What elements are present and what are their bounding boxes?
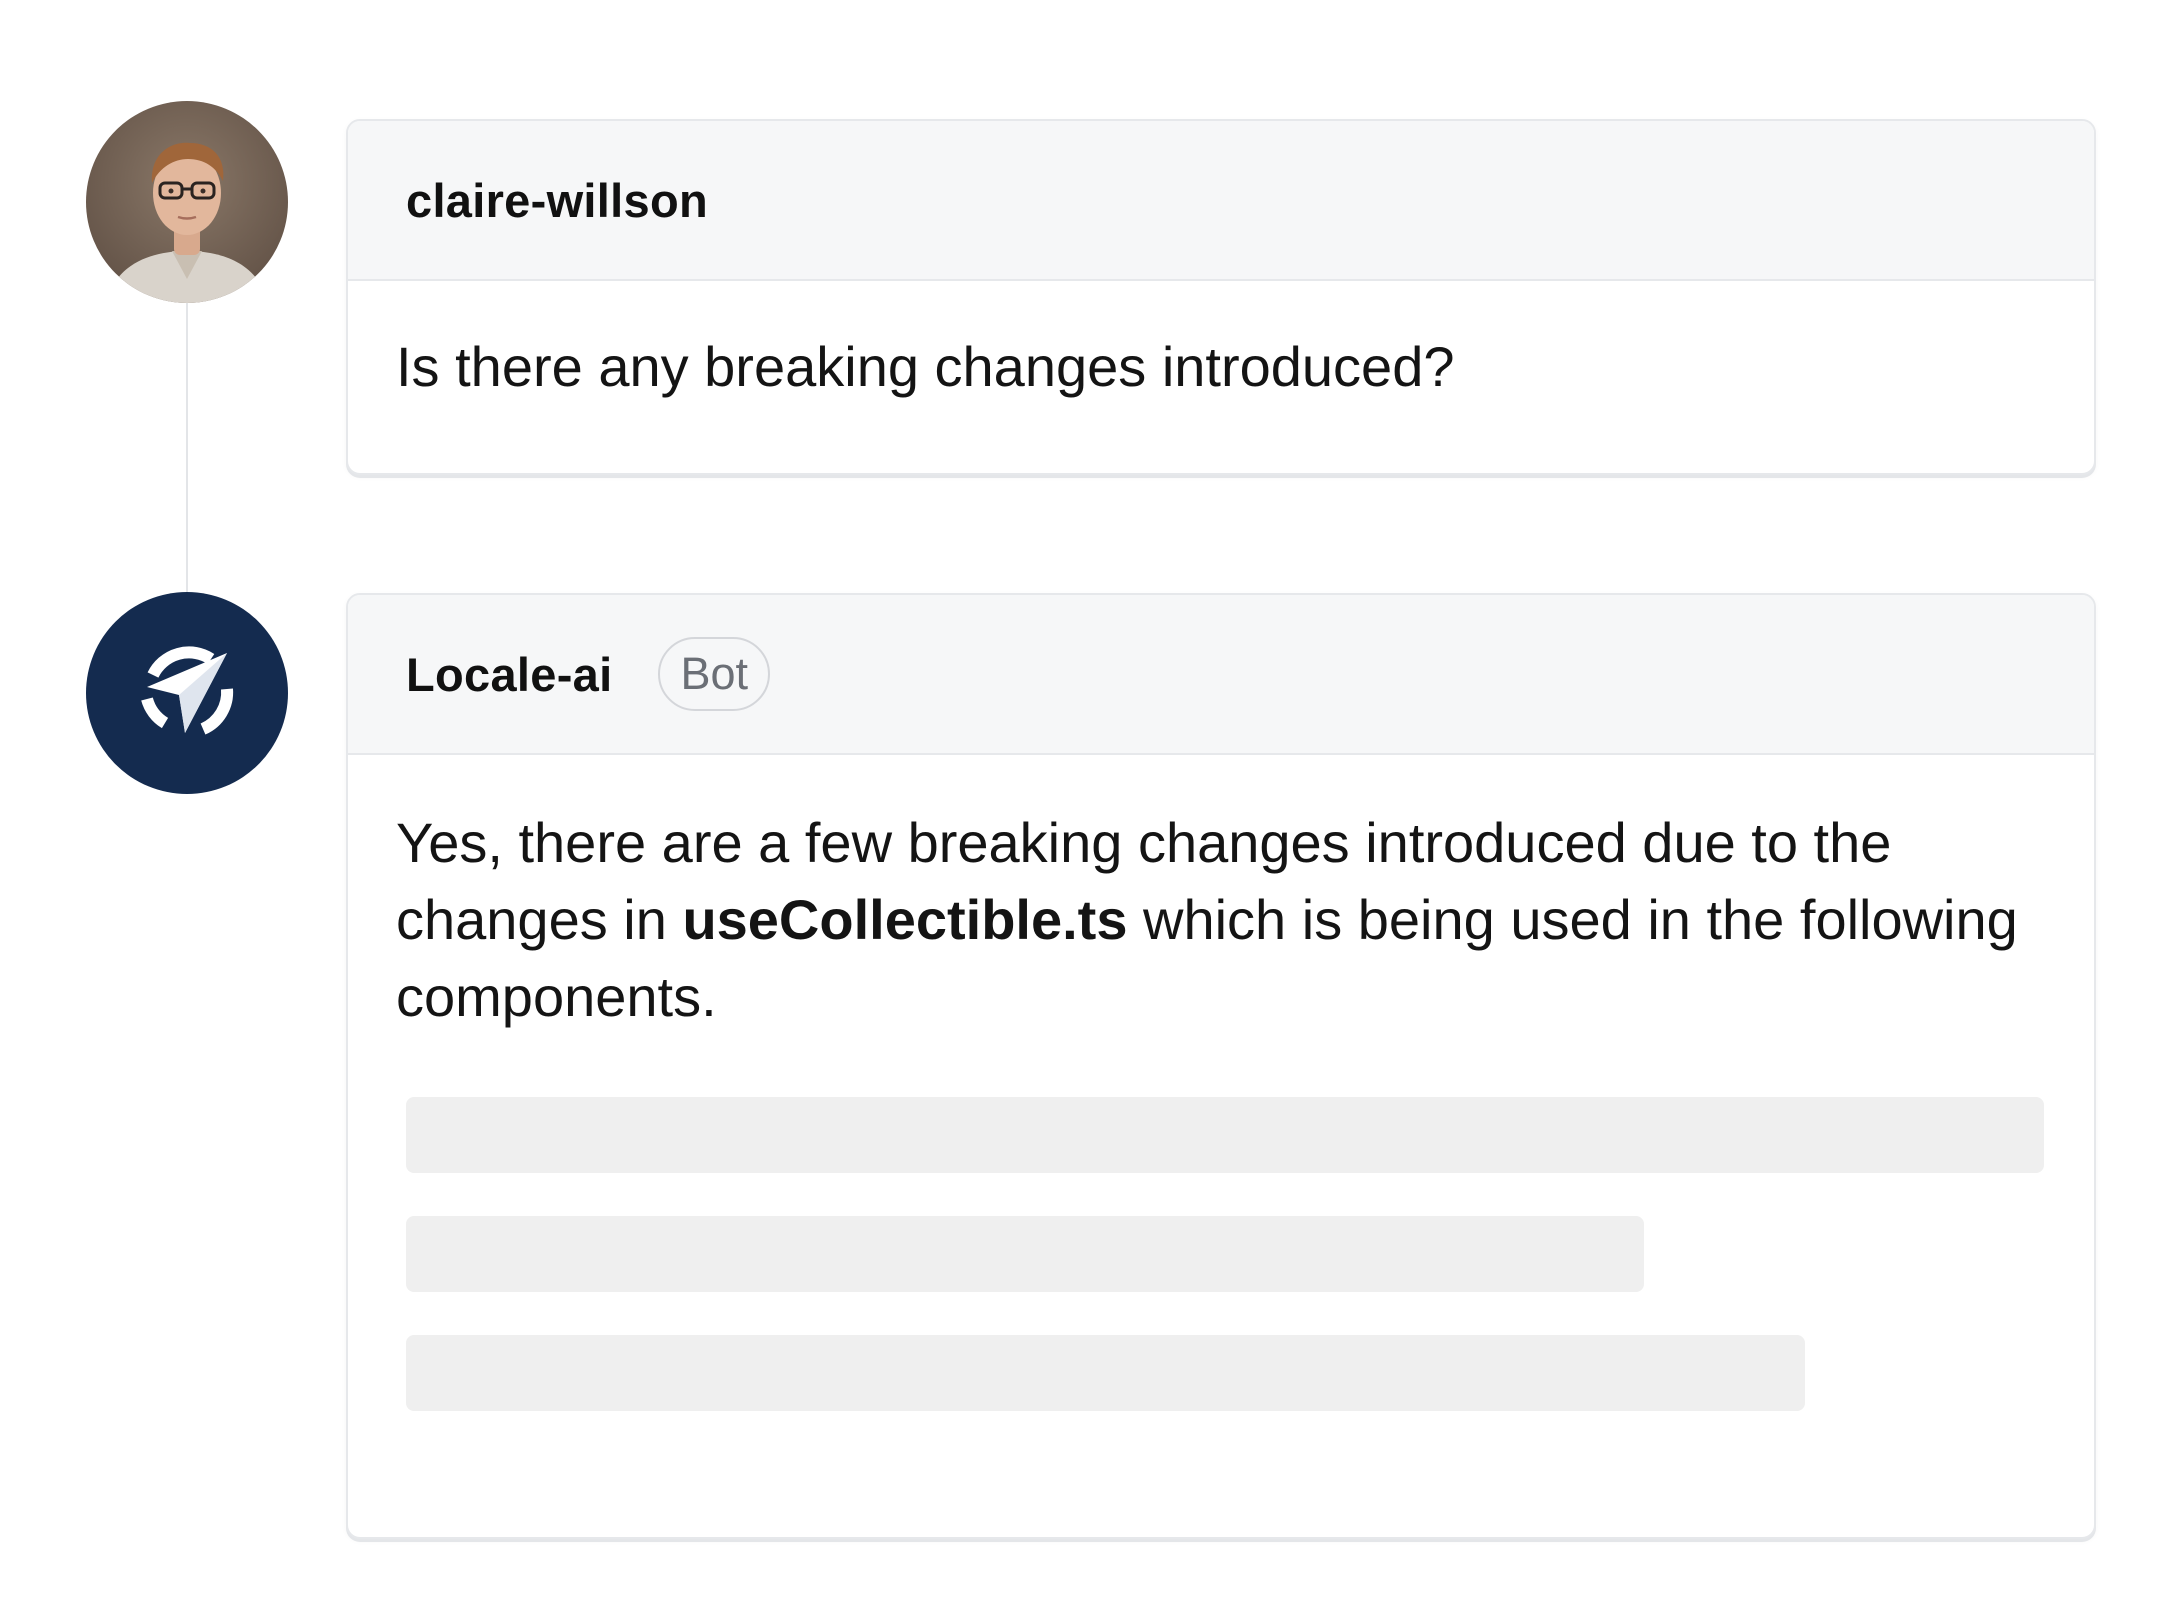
- loading-skeleton-line: [406, 1097, 2044, 1173]
- user-avatar-photo: [86, 101, 288, 303]
- code-file-reference: useCollectible.ts: [682, 888, 1128, 951]
- comment-header: claire-willson: [348, 121, 2094, 281]
- comment-text: Is there any breaking changes introduced…: [396, 335, 1455, 398]
- loading-skeleton-line: [406, 1216, 1644, 1292]
- user-avatar[interactable]: [86, 101, 288, 303]
- bot-avatar[interactable]: [86, 592, 288, 794]
- bot-comment-card: Locale-ai Bot Yes, there are a few break…: [346, 593, 2096, 1539]
- comment-body: Is there any breaking changes introduced…: [348, 281, 2094, 405]
- comment-author[interactable]: Locale-ai: [406, 647, 612, 702]
- user-comment-card: claire-willson Is there any breaking cha…: [346, 119, 2096, 475]
- comment-body: Yes, there are a few breaking changes in…: [348, 755, 2094, 1411]
- thread-connector-line: [186, 302, 188, 592]
- loading-skeleton-line: [406, 1335, 1805, 1411]
- comment-header: Locale-ai Bot: [348, 595, 2094, 755]
- comment-text: Yes, there are a few breaking changes in…: [396, 804, 2046, 1035]
- paper-plane-compass-icon: [141, 646, 234, 735]
- bot-badge: Bot: [658, 637, 770, 711]
- comment-author[interactable]: claire-willson: [406, 173, 708, 228]
